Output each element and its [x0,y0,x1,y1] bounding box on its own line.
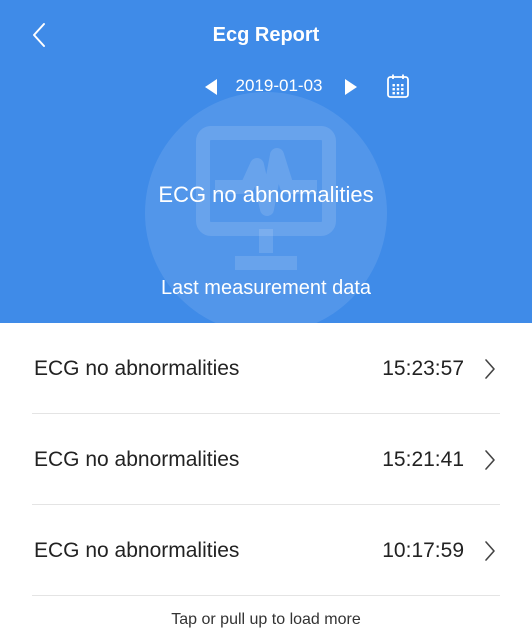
calendar-icon[interactable] [386,73,410,99]
chevron-right-icon [485,359,495,379]
record-label: ECG no abnormalities [34,539,240,562]
record-time: 10:17:59 [382,539,464,562]
record-row[interactable]: ECG no abnormalities 10:17:59 [32,505,500,596]
next-day-icon[interactable] [343,77,359,97]
load-more-button[interactable]: Tap or pull up to load more [0,611,532,629]
record-row[interactable]: ECG no abnormalities 15:23:57 [32,323,500,414]
record-row[interactable]: ECG no abnormalities 15:21:41 [32,414,500,505]
record-label: ECG no abnormalities [34,448,240,471]
record-time: 15:23:57 [382,357,464,380]
chevron-right-icon [485,450,495,470]
header: Ecg Report 2019-01-03 ECG no abnormaliti… [0,0,532,323]
record-list: ECG no abnormalities 15:23:57 ECG no abn… [0,323,532,596]
page-title: Ecg Report [212,24,320,46]
prev-day-icon[interactable] [203,77,219,97]
record-time: 15:21:41 [382,448,464,471]
last-measurement-label: Last measurement data [160,277,372,299]
date-label: 2019-01-03 [235,76,323,95]
latest-status: ECG no abnormalities [158,182,374,207]
record-label: ECG no abnormalities [34,357,240,380]
chevron-right-icon [485,541,495,561]
